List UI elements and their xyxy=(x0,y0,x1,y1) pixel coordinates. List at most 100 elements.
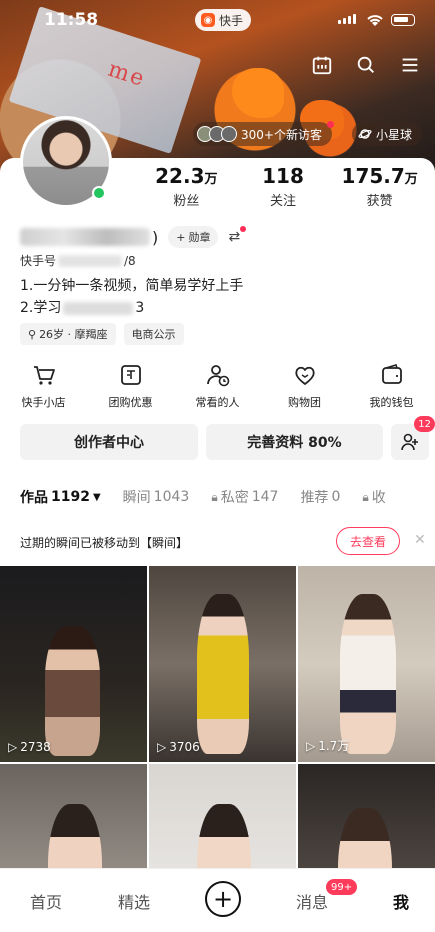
visitor-avatars xyxy=(197,126,237,142)
stat-value: 22.3 xyxy=(155,164,205,188)
play-count-value: 3706 xyxy=(169,740,200,754)
video-thumbnail[interactable]: ▷ 2738 xyxy=(0,566,147,762)
shortcut-wallet[interactable]: 我的钱包 xyxy=(348,362,435,410)
location-icon: ⚲ xyxy=(28,327,37,341)
profile-actions: 创作者中心 完善资料 80% 12 xyxy=(20,416,435,460)
chevron-down-icon: ▼ xyxy=(92,491,101,503)
online-status-dot xyxy=(92,186,106,200)
shortcut-label: 常看的人 xyxy=(195,396,240,409)
tab-recommended[interactable]: 推荐 0 xyxy=(300,486,340,508)
tab-favorites[interactable]: 🔒︎ 收 xyxy=(362,486,385,508)
cart-icon xyxy=(33,366,55,385)
nav-featured[interactable]: 精选 xyxy=(118,889,150,913)
play-count: ▷ 1.7万 xyxy=(306,737,349,754)
stat-label: 获赞 xyxy=(366,194,393,209)
shortcut-group-buy[interactable]: 团购优惠 xyxy=(87,362,174,410)
bio-redacted xyxy=(63,301,134,315)
video-thumbnail[interactable]: ▷ 3706 xyxy=(149,566,296,762)
nav-me[interactable]: 我 xyxy=(393,889,409,913)
tab-private[interactable]: 🔒︎ 私密 147 xyxy=(211,486,278,508)
shortcut-label: 快手小店 xyxy=(21,396,66,409)
wifi-icon xyxy=(367,15,383,26)
creator-center-button[interactable]: 创作者中心 xyxy=(20,424,198,460)
switch-account-icon[interactable]: ⇄ xyxy=(228,226,247,245)
shortcut-shopping-group[interactable]: 购物团 xyxy=(261,362,348,410)
tab-works[interactable]: 作品 1192 ▼ xyxy=(20,486,101,508)
profile-stats: 22.3万 粉丝 118 关注 175.7万 获赞 xyxy=(138,164,428,209)
shortcut-label: 我的钱包 xyxy=(369,396,414,409)
play-count: ▷ 2738 xyxy=(8,740,51,754)
nav-messages[interactable]: 消息 xyxy=(296,889,328,913)
stat-label: 关注 xyxy=(270,194,297,209)
tab-label: 作品 xyxy=(20,490,48,506)
new-visitors-label: 300+个新访客 xyxy=(241,127,322,142)
tab-count: 1192 xyxy=(51,489,90,505)
play-count-value: 2738 xyxy=(20,740,51,754)
notification-dot xyxy=(240,226,247,232)
lock-icon: 🔒︎ xyxy=(211,489,218,504)
tab-label: 推荐 xyxy=(300,490,329,506)
stat-likes[interactable]: 175.7万 获赞 xyxy=(331,164,428,209)
tag-ecommerce-notice[interactable]: 电商公示 xyxy=(123,323,184,345)
video-figure xyxy=(45,626,100,756)
close-icon[interactable]: ✕ xyxy=(414,532,426,548)
nav-home[interactable]: 首页 xyxy=(30,889,62,913)
notice-text: 过期的瞬间已被移动到【瞬间】 xyxy=(20,535,189,550)
tab-count: 147 xyxy=(251,489,279,505)
app-badge[interactable]: ◉ 快手 xyxy=(195,9,252,31)
new-visitors-button[interactable]: 300+个新访客 xyxy=(193,121,334,146)
view-button[interactable]: 去查看 xyxy=(336,527,400,555)
video-figure xyxy=(197,594,249,754)
create-button[interactable]: + xyxy=(205,881,241,917)
profile-bio[interactable]: 1.一分钟一条视频，简单易学好上手 2.学习 3 xyxy=(20,275,243,319)
content-tabs: 作品 1192 ▼ 瞬间 1043 🔒︎ 私密 147 推荐 0 🔒︎ 收 xyxy=(20,486,435,508)
tab-count: 1043 xyxy=(153,489,190,505)
video-thumbnail[interactable]: ▷ 1.7万 xyxy=(298,566,435,762)
stat-value: 118 xyxy=(262,164,304,188)
stat-label: 粉丝 xyxy=(173,194,200,209)
medal-button[interactable]: + 勋章 xyxy=(168,226,219,248)
tab-moments[interactable]: 瞬间 1043 xyxy=(123,486,190,508)
coupon-icon xyxy=(120,365,141,385)
tab-count: 0 xyxy=(331,489,341,505)
stat-value: 175.7 xyxy=(341,164,405,188)
tab-label: 瞬间 xyxy=(122,490,151,506)
play-icon: ▷ xyxy=(306,738,316,753)
shortcut-label: 团购优惠 xyxy=(108,396,153,409)
stat-followers[interactable]: 22.3万 粉丝 xyxy=(138,164,235,209)
add-friend-badge: 12 xyxy=(414,416,435,432)
top-actions xyxy=(311,54,421,76)
rose-decoration xyxy=(232,68,284,118)
tag-label: 26岁 · 摩羯座 xyxy=(39,328,108,341)
medal-label: 勋章 xyxy=(188,231,211,244)
tab-label: 收 xyxy=(371,490,386,506)
bio-line-2-suffix: 3 xyxy=(135,300,145,316)
status-time: 11:58 xyxy=(44,10,99,30)
kuaishou-logo-icon: ◉ xyxy=(201,13,215,27)
add-friend-button[interactable]: 12 xyxy=(391,416,435,460)
shortcut-shop[interactable]: 快手小店 xyxy=(0,362,87,410)
notification-dot xyxy=(326,121,334,128)
profile-name-suffix: ) xyxy=(152,227,159,247)
moments-notice: 过期的瞬间已被移动到【瞬间】 去查看 ✕ xyxy=(0,524,435,560)
add-friend-icon xyxy=(401,433,418,451)
play-icon: ▷ xyxy=(8,740,18,754)
shortcut-frequent-people[interactable]: 常看的人 xyxy=(174,362,261,410)
lock-icon: 🔒︎ xyxy=(362,489,369,504)
search-icon[interactable] xyxy=(355,54,377,76)
menu-icon[interactable] xyxy=(399,54,421,76)
play-count-value: 1.7万 xyxy=(318,739,350,753)
kuaishou-id[interactable]: 快手号 /8 xyxy=(20,252,136,269)
planet-icon xyxy=(358,129,372,139)
status-bar: 11:58 ◉ 快手 xyxy=(0,8,435,34)
complete-profile-button[interactable]: 完善资料 80% xyxy=(206,424,383,460)
bio-line-2: 2.学习 3 xyxy=(20,297,243,319)
stat-unit: 万 xyxy=(404,172,418,187)
video-figure xyxy=(340,594,396,754)
stat-following[interactable]: 118 关注 xyxy=(235,164,332,209)
play-count: ▷ 3706 xyxy=(157,740,200,754)
planet-button[interactable]: 小星球 xyxy=(352,122,423,146)
calendar-icon[interactable] xyxy=(311,54,333,76)
tag-age-zodiac[interactable]: ⚲ 26岁 · 摩羯座 xyxy=(20,323,116,345)
plus-icon: + xyxy=(212,885,234,913)
